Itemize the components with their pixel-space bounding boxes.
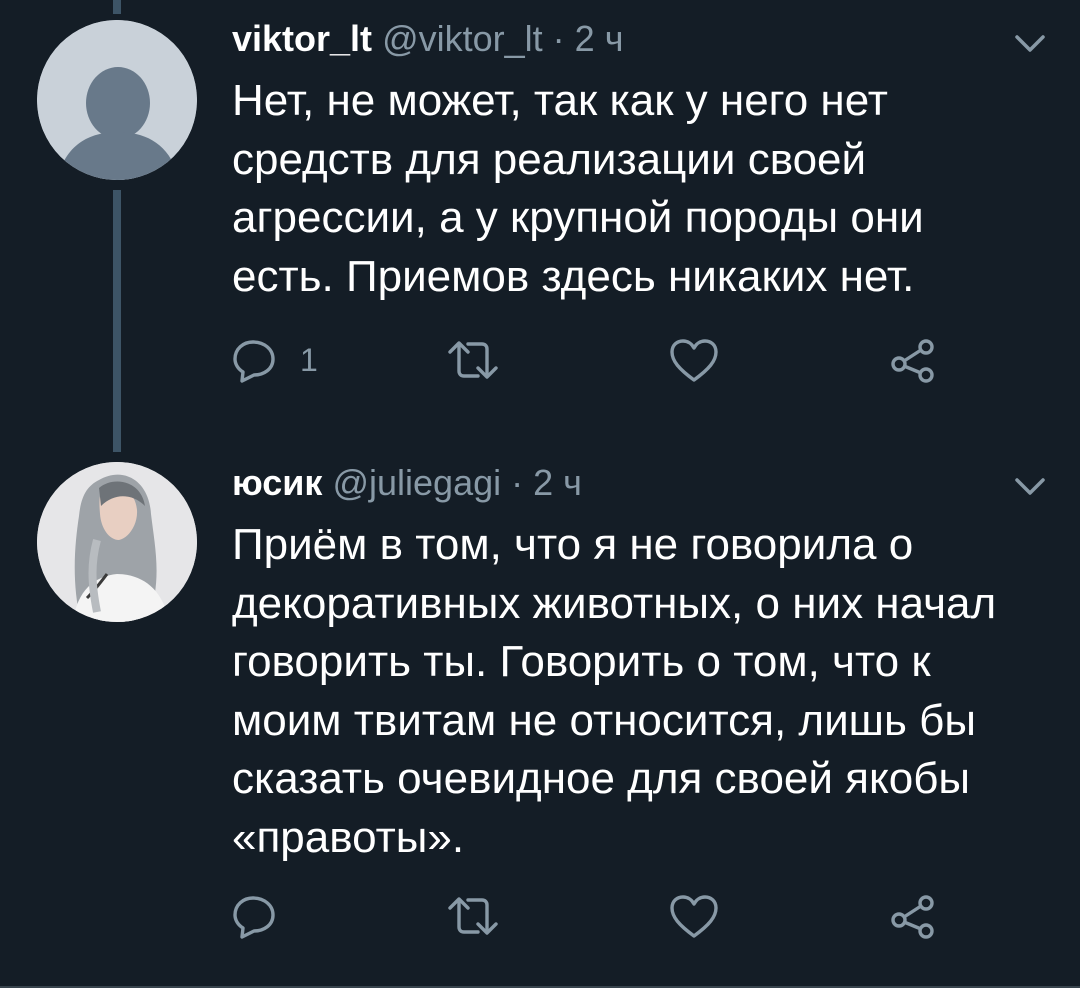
thread-line-top xyxy=(113,0,121,14)
share-button[interactable] xyxy=(888,894,936,940)
avatar[interactable] xyxy=(37,462,197,622)
like-icon xyxy=(670,339,718,382)
retweet-icon xyxy=(448,897,498,935)
user-handle[interactable]: @viktor_lt xyxy=(382,18,543,59)
chevron-down-icon[interactable] xyxy=(1014,33,1046,55)
avatar[interactable] xyxy=(37,20,197,180)
reply-icon xyxy=(233,896,275,939)
retweet-icon xyxy=(448,341,498,379)
tweet-text: Нет, не может, так как у него нет средст… xyxy=(232,76,924,301)
timestamp[interactable]: 2 ч xyxy=(533,462,582,503)
reply-button[interactable] xyxy=(232,893,300,939)
timestamp[interactable]: 2 ч xyxy=(575,18,624,59)
user-photo xyxy=(37,462,197,622)
separator-dot: · xyxy=(552,18,565,59)
user-handle[interactable]: @juliegagi xyxy=(332,462,501,503)
like-button[interactable] xyxy=(669,338,719,384)
separator-dot: · xyxy=(511,462,524,503)
share-icon xyxy=(891,895,934,939)
tweet-text: Приём в том, что я не говорила о декорат… xyxy=(232,520,997,862)
tweet-header: viktor_lt @viktor_lt · 2 ч xyxy=(232,18,623,60)
share-button[interactable] xyxy=(888,338,936,384)
display-name[interactable]: юсик xyxy=(232,462,322,503)
reply-button[interactable]: 1 xyxy=(232,337,318,383)
retweet-button[interactable] xyxy=(448,895,498,937)
display-name[interactable]: viktor_lt xyxy=(232,18,372,59)
thread-line xyxy=(113,190,121,452)
reply-count: 1 xyxy=(300,341,318,378)
reply-icon xyxy=(233,340,275,383)
retweet-button[interactable] xyxy=(448,339,498,381)
like-icon xyxy=(670,895,718,938)
default-avatar-icon xyxy=(37,20,197,180)
like-button[interactable] xyxy=(669,894,719,940)
chevron-down-icon[interactable] xyxy=(1014,476,1046,498)
tweet-header: юсик @juliegagi · 2 ч xyxy=(232,462,582,504)
share-icon xyxy=(891,339,934,383)
